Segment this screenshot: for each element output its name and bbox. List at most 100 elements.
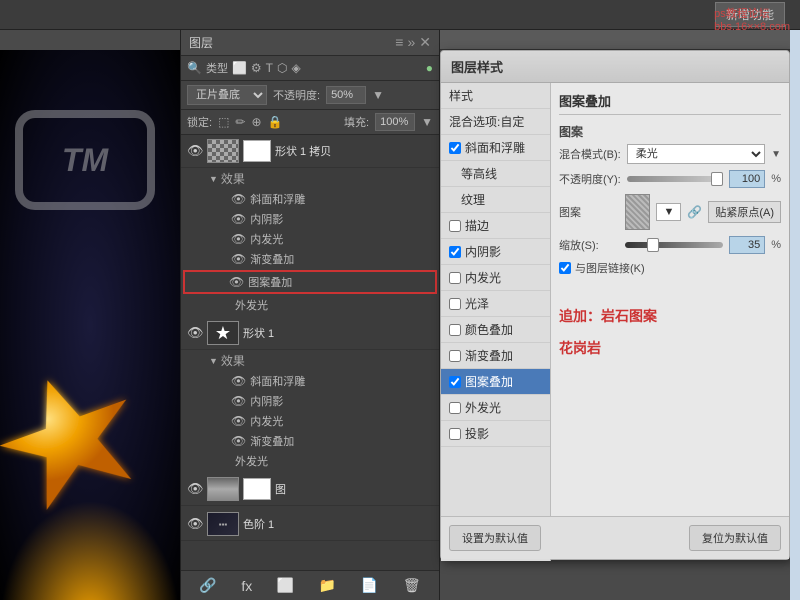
scale-slider-track[interactable] (625, 242, 723, 248)
style-item-outerglow[interactable]: 外发光 (441, 395, 550, 421)
opacity-input[interactable] (326, 86, 366, 104)
effect-eye-innershadow-1: 👁 (231, 394, 246, 408)
filter-type-label: 类型 (206, 60, 228, 76)
style-check-dropshadow[interactable] (449, 428, 461, 440)
lock-paint-icon[interactable]: ✏ (235, 115, 245, 129)
annotation-line1: 追加：岩石图案 (559, 306, 781, 326)
layer-item-shape-copy[interactable]: 👁 形状 1 拷贝 (181, 135, 439, 168)
opacity-slider-thumb[interactable] (711, 172, 723, 186)
snap-origin-button[interactable]: 贴紧原点(A) (708, 201, 781, 223)
effect-outerglow-shape1[interactable]: 外发光 (181, 451, 439, 471)
style-check-stroke[interactable] (449, 220, 461, 232)
layer-item-levels[interactable]: 👁 ▪▪▪ 色阶 1 (181, 508, 439, 541)
style-item-dropshadow[interactable]: 投影 (441, 421, 550, 447)
pattern-link-icon[interactable]: 🔗 (687, 205, 702, 219)
effect-outerglow-shape-copy[interactable]: 外发光 (181, 295, 439, 315)
style-item-innerglow[interactable]: 内发光 (441, 265, 550, 291)
style-check-satin[interactable] (449, 298, 461, 310)
effect-innerglow-shape1[interactable]: 👁内发光 (181, 411, 439, 431)
layers-menu-icon[interactable]: ≡ (395, 34, 403, 51)
style-list: 样式 混合选项:自定 斜面和浮雕 等高线 纹理 描边 内阴影 (441, 83, 551, 561)
effect-gradient-shape1[interactable]: 👁渐变叠加 (181, 431, 439, 451)
style-item-stroke[interactable]: 描边 (441, 213, 550, 239)
style-item-contour[interactable]: 等高线 (441, 161, 550, 187)
layer-eye-shape1[interactable]: 👁 (187, 325, 203, 341)
add-mask-button[interactable]: ⬜ (277, 577, 294, 594)
style-item-satin[interactable]: 光泽 (441, 291, 550, 317)
style-item-styles[interactable]: 样式 (441, 83, 550, 109)
scale-value-input[interactable] (729, 236, 765, 254)
opacity-slider-track[interactable] (627, 176, 723, 182)
effect-innershadow-shape-copy[interactable]: 👁内阴影 (181, 209, 439, 229)
filter-shape-icon[interactable]: ⬡ (277, 61, 287, 75)
style-check-outerglow[interactable] (449, 402, 461, 414)
delete-layer-button[interactable]: 🗑 (403, 577, 421, 594)
style-check-coloroverlay[interactable] (449, 324, 461, 336)
new-layer-button[interactable]: 📄 (361, 577, 378, 594)
set-default-button[interactable]: 设置为默认值 (449, 525, 541, 551)
link-layer-checkbox[interactable] (559, 262, 571, 274)
effect-eye-bevel-1: 👁 (231, 374, 246, 388)
link-layers-button[interactable]: 🔗 (199, 577, 216, 594)
filter-search-icon[interactable]: 🔍 (187, 61, 202, 75)
effect-gradient-shape-copy[interactable]: 👁渐变叠加 (181, 249, 439, 269)
opacity-value-input[interactable] (729, 170, 765, 188)
layer-eye-image[interactable]: 👁 (187, 481, 203, 497)
effect-bevel-shape-copy[interactable]: 👁斜面和浮雕 (181, 189, 439, 209)
style-item-patternoverlay[interactable]: 图案叠加 (441, 369, 550, 395)
style-check-bevel[interactable] (449, 142, 461, 154)
effect-eye-pattern-copy: 👁 (229, 275, 244, 289)
fill-dropdown-icon[interactable]: ▼ (421, 115, 433, 129)
style-item-blend[interactable]: 混合选项:自定 (441, 109, 550, 135)
style-item-innershadow[interactable]: 内阴影 (441, 239, 550, 265)
filter-pixel-icon[interactable]: ⬜ (232, 61, 247, 75)
blend-mode-select-dialog[interactable]: 柔光 正常溶解 (627, 144, 765, 164)
effect-eye-gradient-copy: 👁 (231, 252, 246, 266)
filter-text-icon[interactable]: T (266, 61, 273, 75)
style-check-gradient[interactable] (449, 350, 461, 362)
style-check-pattern[interactable] (449, 376, 461, 388)
opacity-dropdown-icon[interactable]: ▼ (372, 88, 384, 102)
new-group-button[interactable]: 📁 (319, 577, 336, 594)
annotation-block: 追加：岩石图案 花岗岩 (559, 306, 781, 358)
style-item-texture[interactable]: 纹理 (441, 187, 550, 213)
fill-input[interactable] (375, 113, 415, 131)
style-item-gradientoverlay[interactable]: 渐变叠加 (441, 343, 550, 369)
style-name-dropshadow: 投影 (465, 425, 489, 442)
style-check-innershadow[interactable] (449, 246, 461, 258)
filter-adjust-icon[interactable]: ⚙ (251, 61, 262, 75)
style-check-innerglow[interactable] (449, 272, 461, 284)
layers-close-icon[interactable]: ✕ (419, 34, 431, 51)
pattern-dropdown-button[interactable]: ▼ (656, 203, 681, 221)
lock-move-icon[interactable]: ⊕ (251, 115, 261, 129)
pattern-row: 图案 ▼ 🔗 贴紧原点(A) (559, 194, 781, 230)
pattern-preview (625, 194, 650, 230)
fx-button[interactable]: fx (241, 578, 252, 594)
effect-bevel-shape1[interactable]: 👁斜面和浮雕 (181, 371, 439, 391)
effect-pattern-shape-copy[interactable]: 👁图案叠加 (183, 270, 437, 294)
effect-eye-gradient-1: 👁 (231, 434, 246, 448)
lock-all-icon[interactable]: 🔒 (268, 115, 283, 129)
style-item-coloroverlay[interactable]: 颜色叠加 (441, 317, 550, 343)
lock-transparent-icon[interactable]: ⬚ (218, 115, 229, 129)
scale-slider-thumb[interactable] (647, 238, 659, 252)
effect-innerglow-shape-copy[interactable]: 👁内发光 (181, 229, 439, 249)
layer-eye-shape-copy[interactable]: 👁 (187, 143, 203, 159)
layer-item-image[interactable]: 👁 图 (181, 473, 439, 506)
style-content-area: 图案叠加 图案 混合模式(B): 柔光 正常溶解 ▼ 不透明度(Y): % (551, 83, 789, 561)
lock-label: 锁定: (187, 114, 212, 130)
effect-innershadow-shape1[interactable]: 👁内阴影 (181, 391, 439, 411)
filter-toggle-icon[interactable]: ● (426, 61, 433, 75)
dialog-footer: 设置为默认值 复位为默认值 (441, 516, 789, 559)
layers-expand-icon[interactable]: » (407, 34, 415, 51)
layers-list: 👁 形状 1 拷贝 ▼ 效果 👁斜面和浮雕 👁内阴影 👁内发光 👁渐变叠加 👁图… (181, 135, 439, 585)
layer-item-shape1[interactable]: 👁 ★ 形状 1 (181, 317, 439, 350)
canvas-area: TM (0, 50, 180, 600)
blend-mode-select[interactable]: 正片叠底 (187, 85, 267, 105)
reset-default-button[interactable]: 复位为默认值 (689, 525, 781, 551)
style-item-bevel[interactable]: 斜面和浮雕 (441, 135, 550, 161)
style-name-innerglow: 内发光 (465, 269, 501, 286)
layer-eye-levels[interactable]: 👁 (187, 516, 203, 532)
blend-dropdown-icon[interactable]: ▼ (771, 149, 781, 160)
filter-smart-icon[interactable]: ◈ (292, 61, 301, 75)
